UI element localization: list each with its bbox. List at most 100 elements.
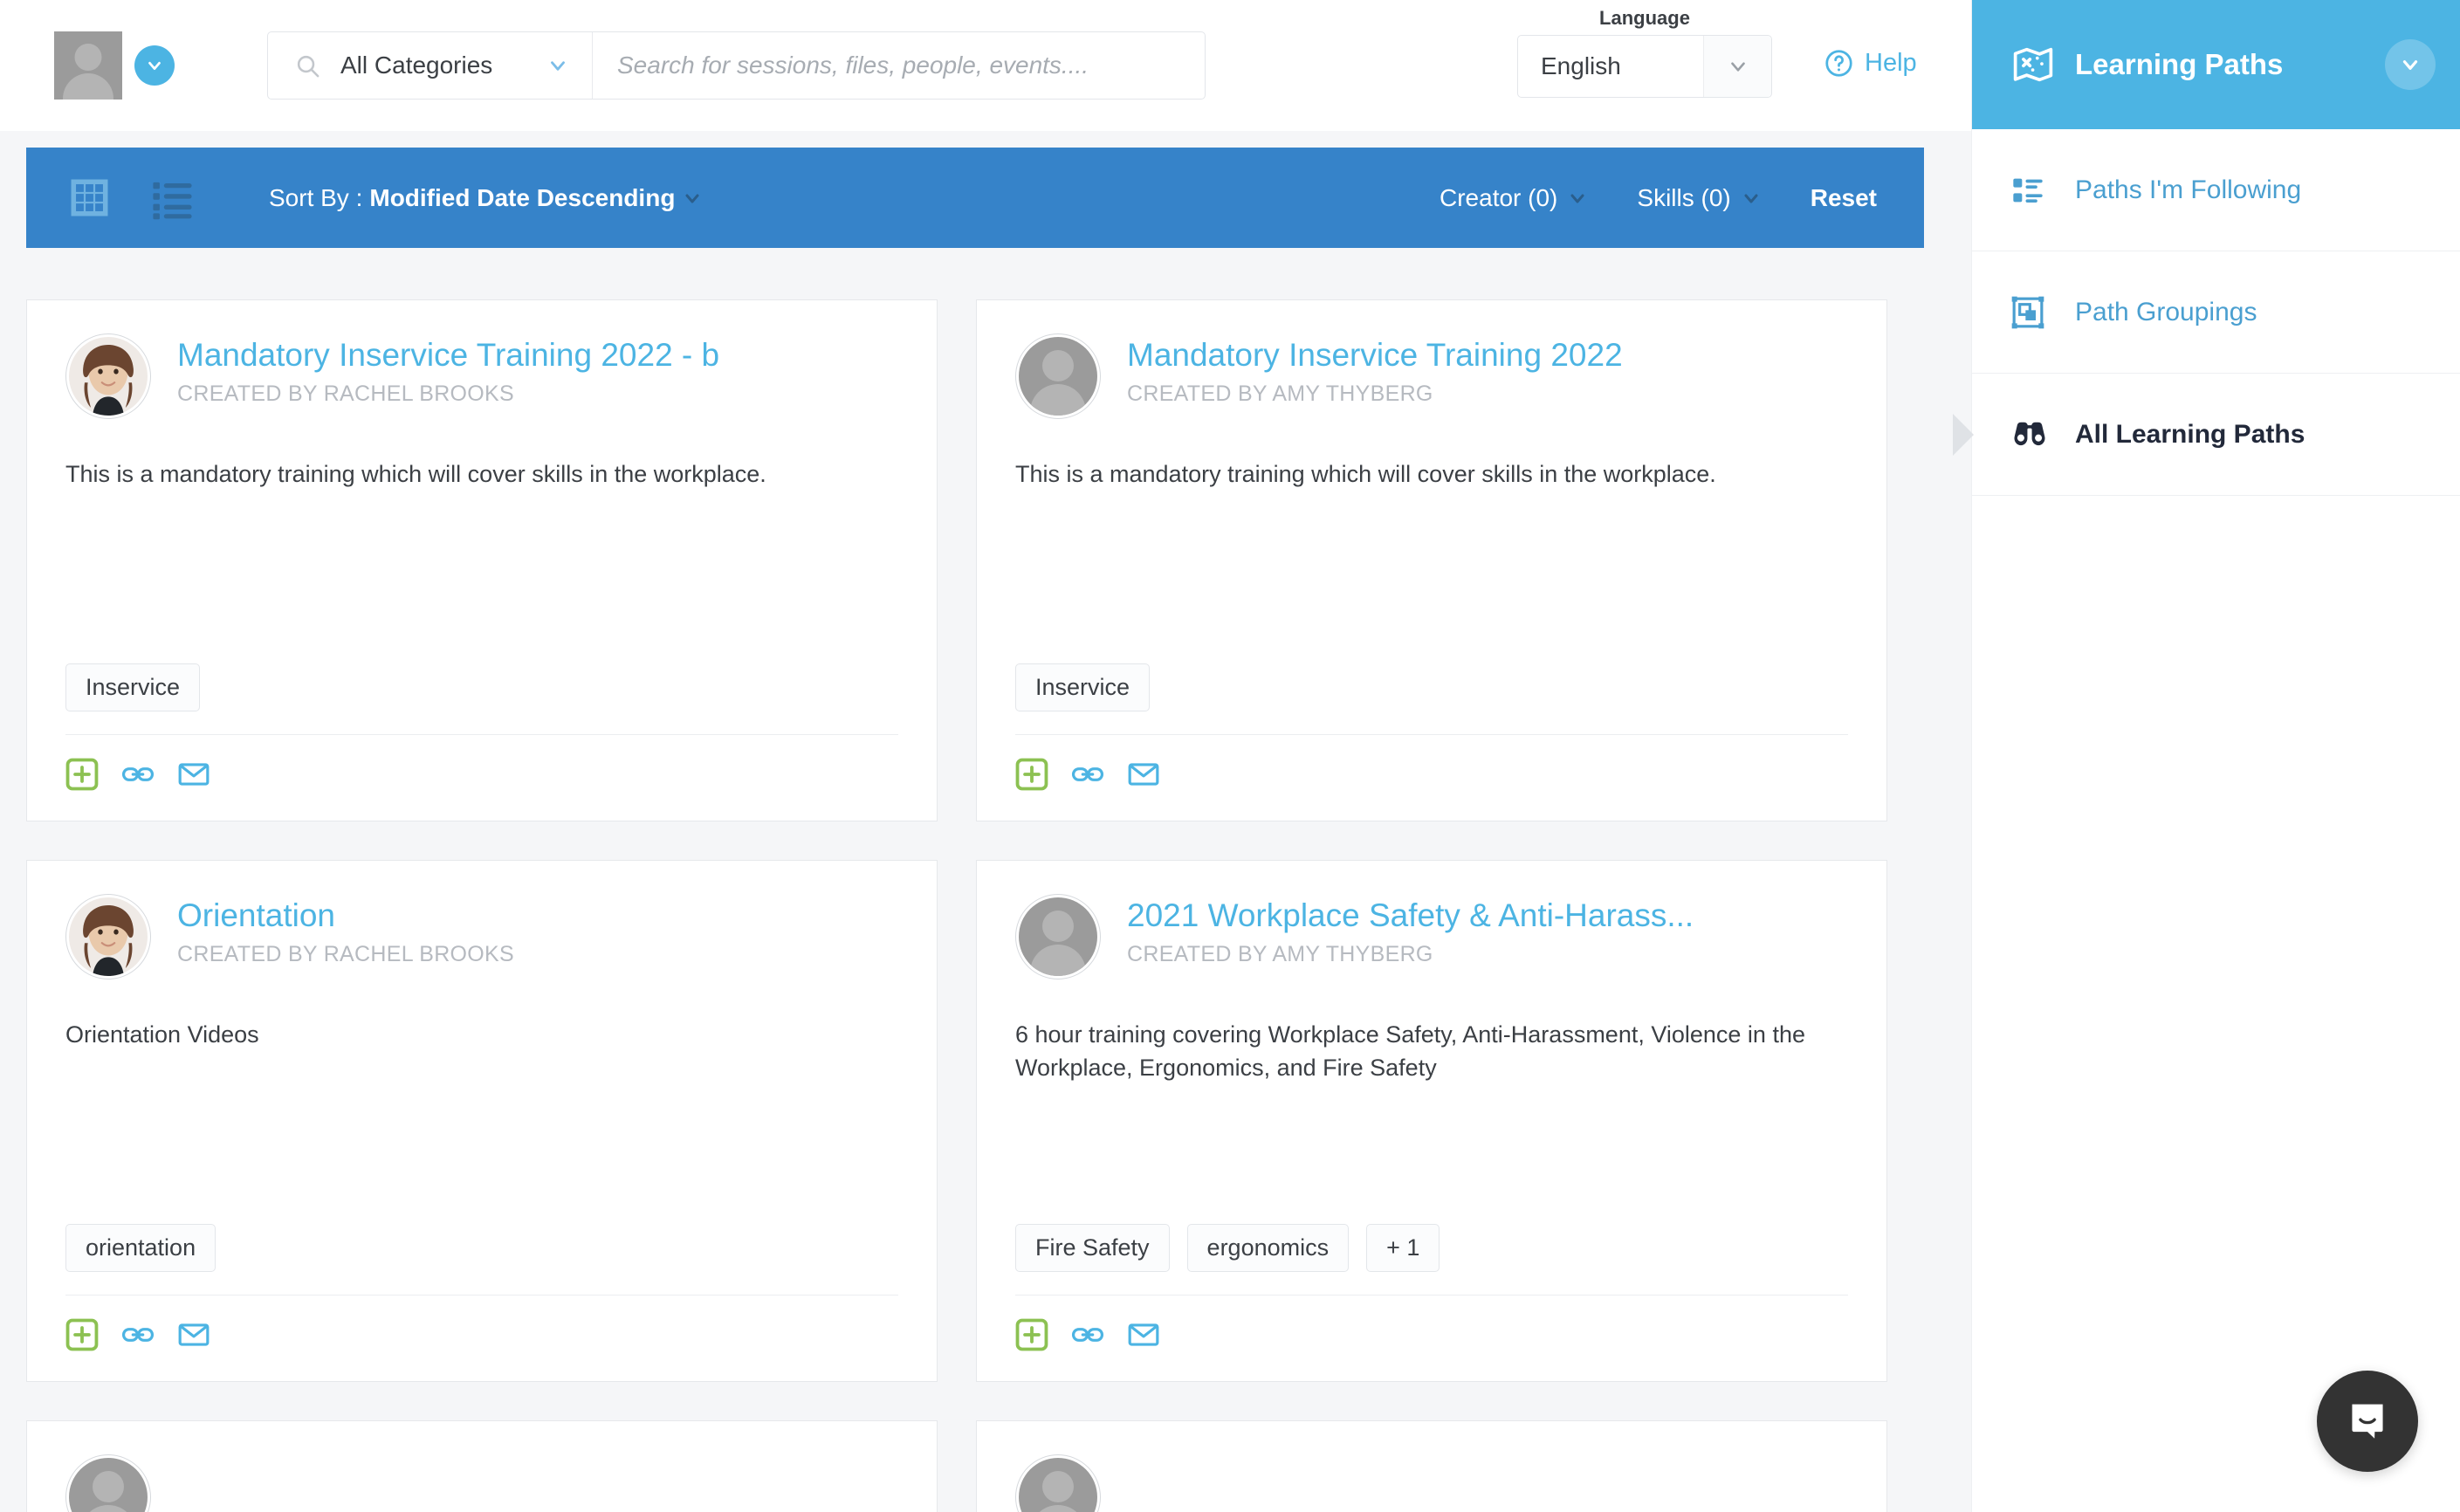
card-header: 2021 Workplace Safety & Anti-Harass... C…: [1015, 894, 1848, 979]
user-avatar[interactable]: [54, 31, 122, 100]
sidebar-item-label: All Learning Paths: [2075, 420, 2305, 450]
sort-by-value: Modified Date Descending: [369, 184, 675, 212]
avatar-photo: [69, 337, 148, 416]
link-icon[interactable]: [121, 758, 155, 791]
filter-creator[interactable]: Creator (0): [1440, 184, 1588, 212]
card-description: This is a mandatory training which will …: [1015, 457, 1848, 491]
learning-path-card[interactable]: 2021 Workplace Safety & Anti-Harass... C…: [976, 860, 1887, 1382]
sort-by-control[interactable]: Sort By : Modified Date Descending: [269, 184, 703, 212]
chevron-down-icon[interactable]: [1703, 36, 1771, 97]
avatar: [65, 894, 151, 979]
sidebar-title: Learning Paths: [2075, 48, 2283, 81]
tag[interactable]: Fire Safety: [1015, 1224, 1170, 1272]
card-spacer: [65, 491, 898, 663]
chevron-down-icon[interactable]: [682, 188, 703, 209]
chevron-down-icon[interactable]: [546, 54, 569, 77]
learning-path-card[interactable]: Mandatory Inservice Training 2022 CREATE…: [976, 299, 1887, 821]
card-titles: Mandatory Inservice Training 2022 CREATE…: [1127, 333, 1623, 407]
sort-by-prefix: Sort By :: [269, 184, 362, 212]
card-titles: Mandatory Inservice Training 2022 - b CR…: [177, 333, 719, 407]
app-root: All Categories Language English: [0, 0, 2460, 1512]
avatar-placeholder: [69, 1458, 148, 1512]
card-header: Mandatory Inservice Training 2022 CREATE…: [1015, 333, 1848, 419]
add-icon[interactable]: [65, 758, 99, 791]
card-titles: Orientation CREATED BY RACHEL BROOKS: [177, 894, 514, 967]
search-icon: [294, 52, 321, 79]
sidebar-item-label: Path Groupings: [2075, 298, 2257, 327]
reset-filters-button[interactable]: Reset: [1811, 184, 1877, 212]
email-icon[interactable]: [177, 1318, 210, 1351]
chat-launcher-button[interactable]: [2317, 1371, 2418, 1472]
avatar: [1015, 333, 1101, 419]
chevron-down-icon[interactable]: [1741, 188, 1762, 209]
card-actions: [1015, 1296, 1848, 1351]
card-description: 6 hour training covering Workplace Safet…: [1015, 1018, 1848, 1085]
card-creator: CREATED BY AMY THYBERG: [1127, 942, 1694, 967]
account-menu[interactable]: [54, 31, 175, 100]
sidebar-item-all-learning-paths[interactable]: All Learning Paths: [1972, 374, 2460, 496]
learning-path-grid: Mandatory Inservice Training 2022 - b CR…: [26, 299, 1924, 1512]
card-creator: CREATED BY RACHEL BROOKS: [177, 381, 719, 407]
sidebar-item-path-groupings[interactable]: Path Groupings: [1972, 251, 2460, 374]
card-spacer: [65, 1051, 898, 1224]
binoculars-icon: [2010, 416, 2051, 454]
avatar: [1015, 894, 1101, 979]
link-icon[interactable]: [121, 1318, 155, 1351]
card-header: Orientation CREATED BY RACHEL BROOKS: [65, 894, 898, 979]
link-icon[interactable]: [1071, 1318, 1104, 1351]
list-view-icon[interactable]: [149, 175, 196, 221]
sidebar-item-label: Paths I'm Following: [2075, 175, 2301, 205]
toolbar-filters: Creator (0) Skills (0) Reset: [1440, 184, 1877, 212]
language-value: English: [1518, 52, 1621, 80]
card-tags: Inservice: [65, 663, 898, 711]
add-icon[interactable]: [65, 1318, 99, 1351]
email-icon[interactable]: [177, 758, 210, 791]
avatar: [65, 333, 151, 419]
chevron-down-icon[interactable]: [134, 45, 175, 86]
avatar-photo: [69, 897, 148, 976]
search-category-selector[interactable]: All Categories: [268, 32, 593, 99]
help-label: Help: [1865, 49, 1917, 78]
search-input-wrapper[interactable]: [593, 52, 1205, 79]
sidebar-item-paths-im-following[interactable]: Paths I'm Following: [1972, 129, 2460, 251]
tag-overflow-count[interactable]: + 1: [1366, 1224, 1440, 1272]
tag[interactable]: Inservice: [65, 663, 200, 711]
grid-view-icon[interactable]: [66, 175, 113, 221]
tag[interactable]: orientation: [65, 1224, 216, 1272]
tag[interactable]: Inservice: [1015, 663, 1150, 711]
filter-skills[interactable]: Skills (0): [1637, 184, 1761, 212]
search-input[interactable]: [617, 52, 1180, 79]
card-tags: Inservice: [1015, 663, 1848, 711]
link-icon[interactable]: [1071, 758, 1104, 791]
learning-path-card[interactable]: [976, 1420, 1887, 1512]
card-title[interactable]: Mandatory Inservice Training 2022: [1127, 337, 1623, 373]
card-title[interactable]: Mandatory Inservice Training 2022 - b: [177, 337, 719, 373]
learning-path-card[interactable]: [26, 1420, 938, 1512]
language-selector-block: Language English: [1517, 7, 1772, 98]
language-label: Language: [1517, 7, 1772, 30]
learning-path-card[interactable]: Orientation CREATED BY RACHEL BROOKS Ori…: [26, 860, 938, 1382]
question-circle-icon: [1824, 49, 1853, 78]
chevron-down-icon[interactable]: [2385, 39, 2436, 90]
global-search-bar[interactable]: All Categories: [267, 31, 1206, 100]
card-title[interactable]: 2021 Workplace Safety & Anti-Harass...: [1127, 897, 1694, 933]
language-select[interactable]: English: [1517, 35, 1772, 98]
card-tags: Fire Safety ergonomics + 1: [1015, 1224, 1848, 1272]
card-title[interactable]: Orientation: [177, 897, 514, 933]
intercom-chat-icon: [2344, 1398, 2391, 1445]
chevron-down-icon[interactable]: [1567, 188, 1588, 209]
card-titles: 2021 Workplace Safety & Anti-Harass... C…: [1127, 894, 1694, 967]
card-header: Mandatory Inservice Training 2022 - b CR…: [65, 333, 898, 419]
tag[interactable]: ergonomics: [1187, 1224, 1350, 1272]
email-icon[interactable]: [1127, 758, 1160, 791]
card-tags: orientation: [65, 1224, 898, 1272]
add-icon[interactable]: [1015, 758, 1048, 791]
help-link[interactable]: Help: [1824, 49, 1917, 78]
learning-path-card[interactable]: Mandatory Inservice Training 2022 - b CR…: [26, 299, 938, 821]
card-actions: [65, 1296, 898, 1351]
add-icon[interactable]: [1015, 1318, 1048, 1351]
active-indicator: [1953, 414, 1974, 456]
learning-paths-sidebar: Learning Paths Paths I'm Following Path …: [1971, 0, 2460, 1512]
filter-skills-label: Skills (0): [1637, 184, 1730, 212]
email-icon[interactable]: [1127, 1318, 1160, 1351]
